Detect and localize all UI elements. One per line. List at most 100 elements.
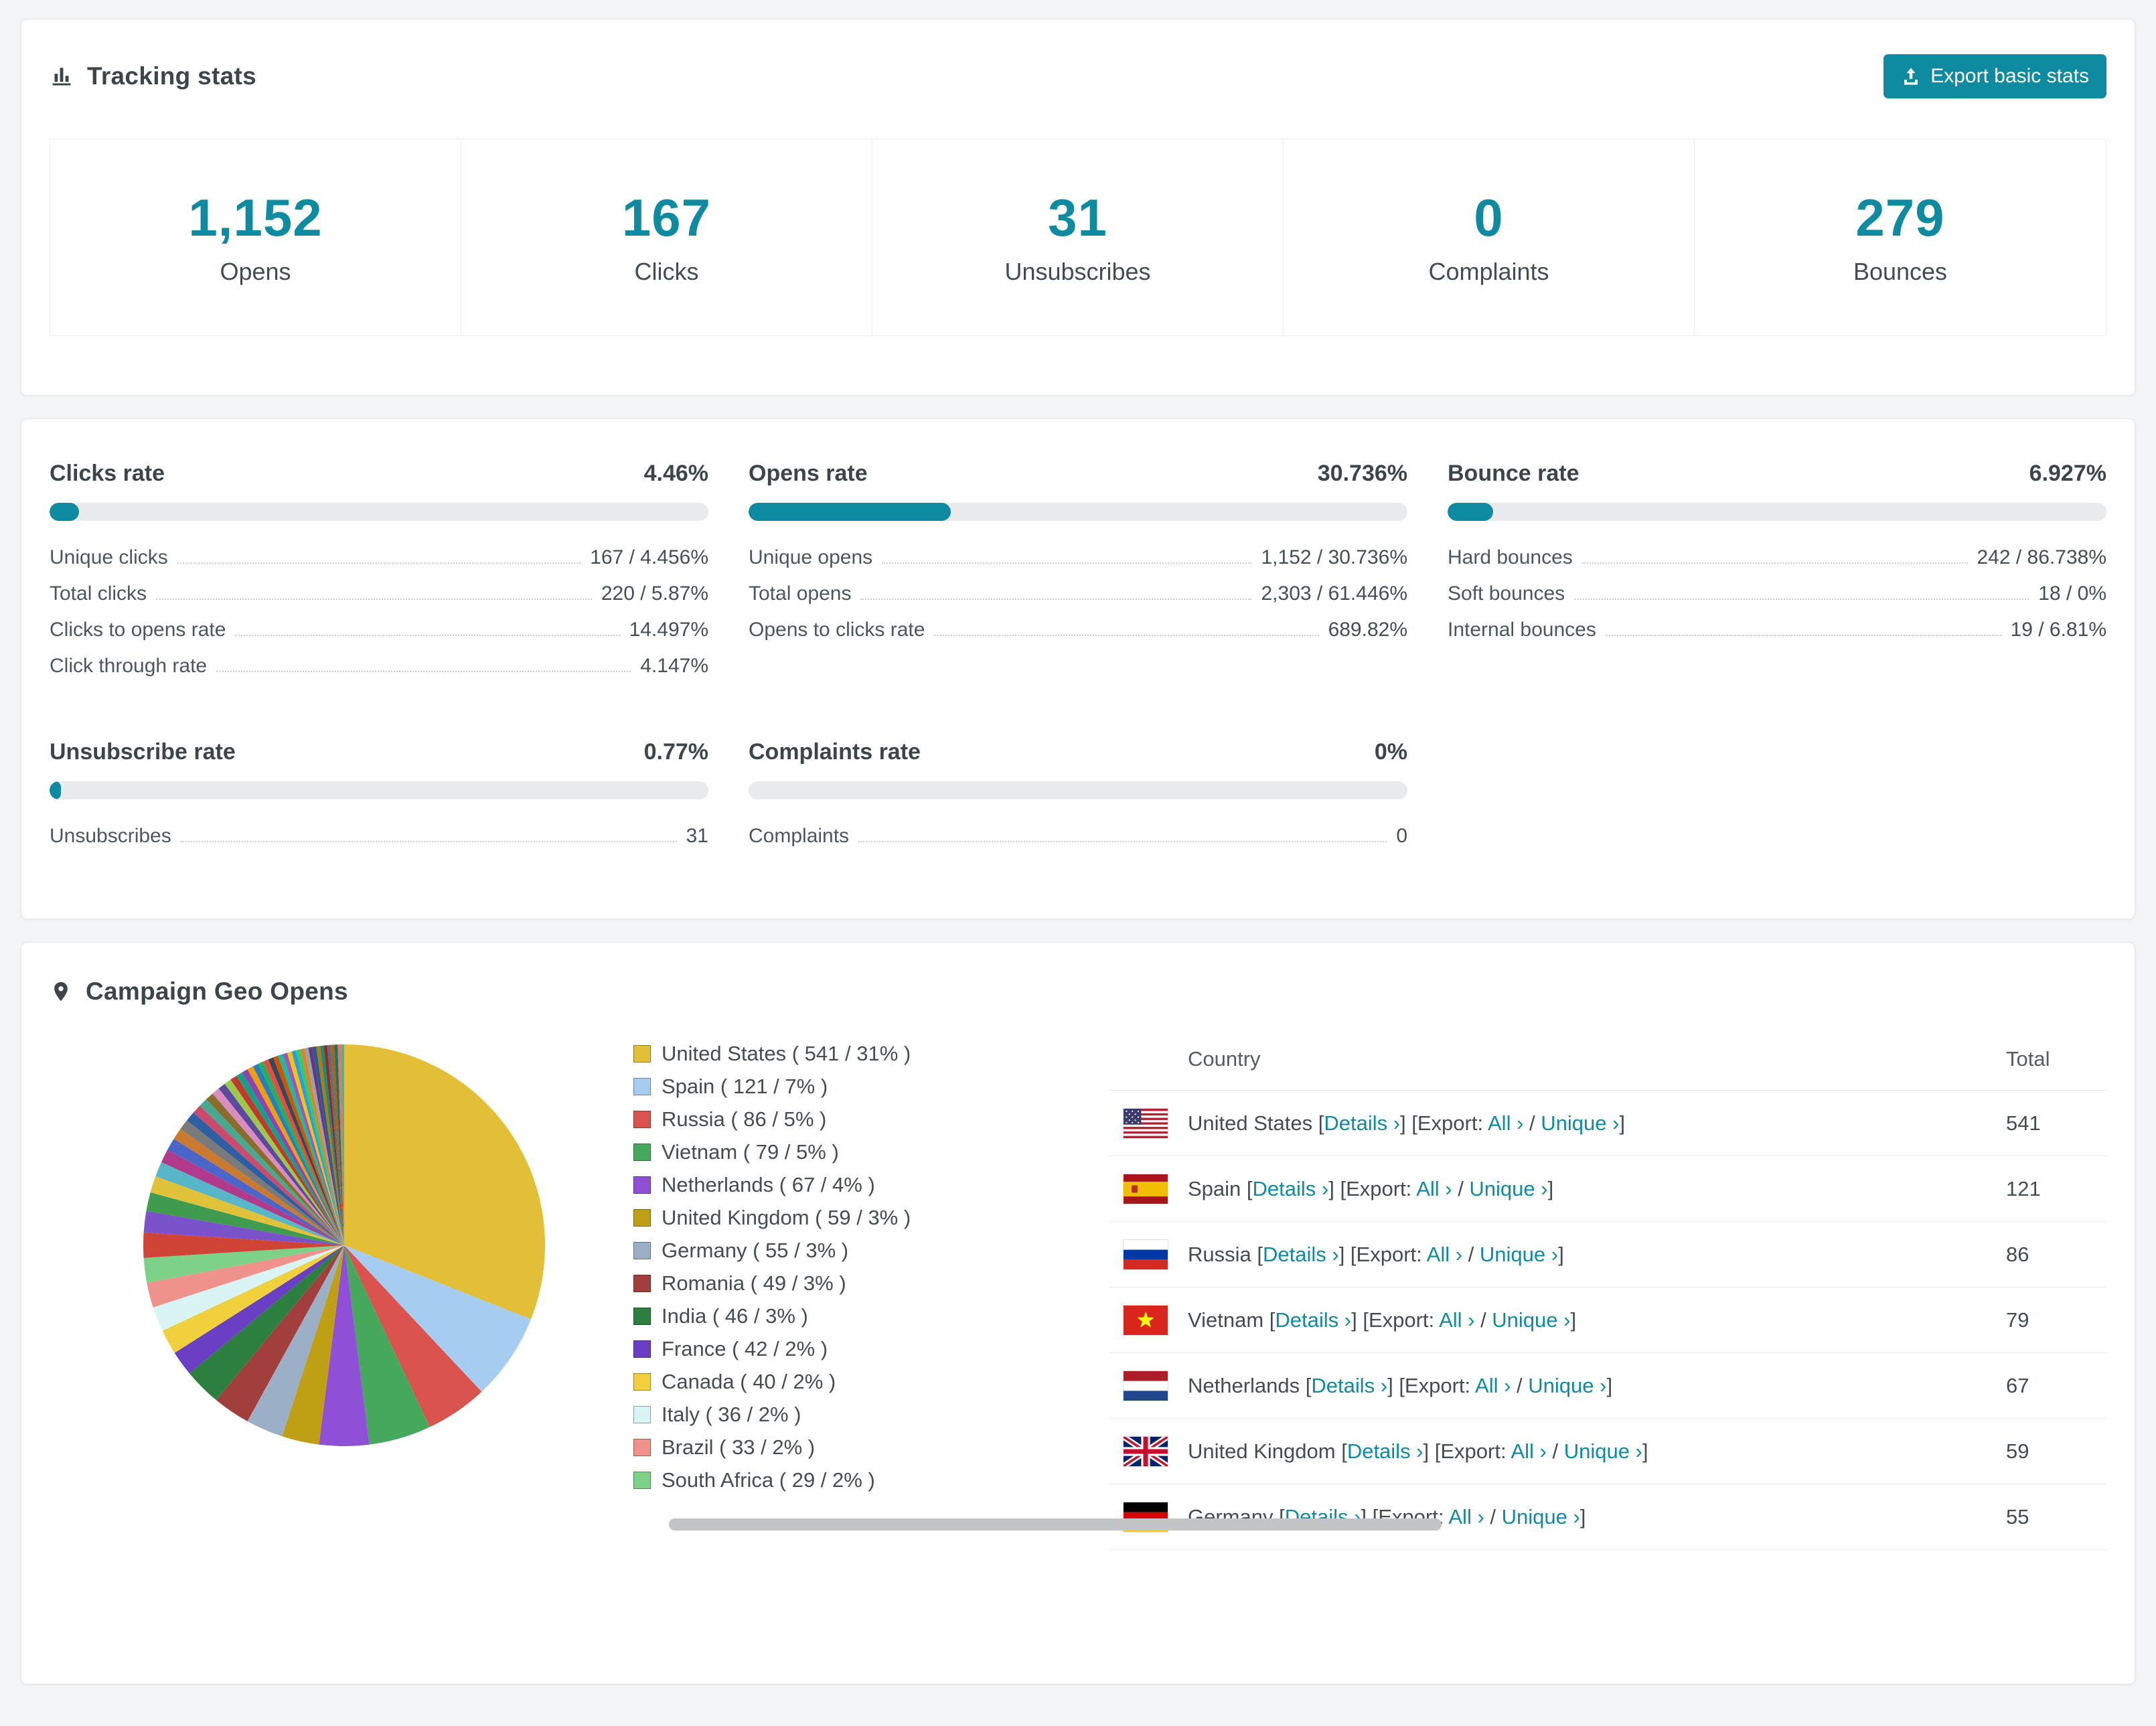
- details-link[interactable]: Details ›: [1253, 1177, 1329, 1200]
- location-pin-icon: [50, 980, 72, 1003]
- stat-value: 279: [1855, 188, 1945, 247]
- export-all-link[interactable]: All ›: [1511, 1439, 1546, 1463]
- legend-item-spain: Spain ( 121 / 7% ): [633, 1075, 1109, 1099]
- progress-bar: [50, 503, 708, 521]
- rate-stat-label: Hard bounces: [1448, 546, 1573, 568]
- geo-table: Country Total United States [Details ›] …: [1109, 1038, 2106, 1550]
- page-title: Tracking stats: [87, 62, 257, 90]
- rate-stat-row: Clicks to opens rate 14.497%: [50, 612, 708, 648]
- legend-item-germany: Germany ( 55 / 3% ): [633, 1239, 1109, 1263]
- country-cell: Spain [Details ›] [Export: All › / Uniqu…: [1188, 1176, 1554, 1200]
- rate-stat-row: Unique opens 1,152 / 30.736%: [749, 540, 1407, 576]
- country-name: Vietnam: [1188, 1308, 1264, 1332]
- export-all-link[interactable]: All ›: [1488, 1111, 1523, 1135]
- geo-table-row-germany: Germany [Details ›] [Export: All › / Uni…: [1109, 1484, 2106, 1550]
- legend-swatch: [633, 1111, 651, 1128]
- details-link[interactable]: Details ›: [1275, 1308, 1351, 1332]
- geo-table-row-united-states: United States [Details ›] [Export: All ›…: [1109, 1091, 2106, 1156]
- legend-label: Germany ( 55 / 3% ): [662, 1239, 849, 1262]
- rate-stat-row: Total opens 2,303 / 61.446%: [749, 576, 1407, 612]
- es-flag-icon: [1124, 1174, 1168, 1204]
- legend-item-united-kingdom: United Kingdom ( 59 / 3% ): [633, 1206, 1109, 1230]
- legend-swatch: [633, 1308, 651, 1325]
- export-all-link[interactable]: All ›: [1439, 1308, 1474, 1332]
- rate-stat-value: 18 / 0%: [2038, 582, 2106, 605]
- legend-label: Russia ( 86 / 5% ): [662, 1107, 827, 1131]
- pie-legend: United States ( 541 / 31% ) Spain ( 121 /…: [633, 1042, 1109, 1501]
- export-all-link[interactable]: All ›: [1427, 1243, 1462, 1266]
- country-cell: Vietnam [Details ›] [Export: All › / Uni…: [1188, 1308, 1577, 1332]
- rate-stat-row: Unsubscribes 31: [50, 818, 708, 854]
- export-unique-link[interactable]: Unique ›: [1492, 1308, 1570, 1332]
- geo-pie-chart: [137, 1038, 552, 1453]
- total-column-header: Total: [2006, 1047, 2050, 1071]
- bar-chart-icon: [50, 64, 74, 88]
- country-cell: Netherlands [Details ›] [Export: All › /…: [1188, 1373, 1613, 1397]
- rates-card: Clicks rate 4.46% Unique clicks 167 / 4.456…: [21, 418, 2135, 919]
- stat-value: 0: [1474, 188, 1504, 247]
- rate-stat-label: Click through rate: [50, 655, 208, 677]
- country-total: 59: [2006, 1439, 2029, 1463]
- stat-value: 31: [1048, 188, 1107, 247]
- dashboard: Tracking stats Export basic stats 1,152 O…: [0, 0, 2156, 1726]
- progress-bar-fill: [1448, 503, 1494, 521]
- export-unique-link[interactable]: Unique ›: [1528, 1374, 1606, 1397]
- legend-swatch: [633, 1373, 651, 1391]
- stat-label: Bounces: [1853, 258, 1948, 285]
- dotted-leader: [1605, 635, 2001, 636]
- export-all-link[interactable]: All ›: [1448, 1505, 1484, 1528]
- progress-bar: [50, 781, 708, 799]
- rate-stat-row: Total clicks 220 / 5.87%: [50, 576, 708, 612]
- rate-panel-opens-rate: Opens rate 30.736% Unique opens 1,152 / 30.…: [749, 461, 1407, 684]
- tracking-stats-header: Tracking stats Export basic stats: [21, 19, 2135, 98]
- stat-box-complaints: 0 Complaints: [1284, 139, 1695, 335]
- export-basic-stats-button[interactable]: Export basic stats: [1883, 54, 2106, 98]
- legend-swatch: [633, 1472, 651, 1489]
- geo-table-row-spain: Spain [Details ›] [Export: All › / Uniqu…: [1109, 1156, 2106, 1222]
- details-link[interactable]: Details ›: [1324, 1111, 1400, 1135]
- legend-label: Brazil ( 33 / 2% ): [662, 1435, 816, 1459]
- rate-title: Complaints rate: [749, 739, 921, 765]
- country-total: 121: [2006, 1176, 2041, 1200]
- dotted-leader: [934, 635, 1319, 636]
- legend-item-united-states: United States ( 541 / 31% ): [633, 1042, 1109, 1066]
- export-unique-link[interactable]: Unique ›: [1502, 1505, 1580, 1528]
- legend-label: Spain ( 121 / 7% ): [662, 1075, 828, 1098]
- details-link[interactable]: Details ›: [1347, 1439, 1423, 1463]
- rate-stat-row: Unique clicks 167 / 4.456%: [50, 540, 708, 576]
- dotted-leader: [235, 635, 620, 636]
- rate-title: Clicks rate: [50, 461, 165, 486]
- legend-item-italy: Italy ( 36 / 2% ): [633, 1403, 1109, 1427]
- export-unique-link[interactable]: Unique ›: [1564, 1439, 1642, 1463]
- ru-flag-icon: [1124, 1239, 1168, 1269]
- rate-stat-value: 220 / 5.87%: [601, 582, 708, 605]
- details-link[interactable]: Details ›: [1263, 1243, 1339, 1266]
- export-unique-link[interactable]: Unique ›: [1541, 1111, 1619, 1135]
- horizontal-scrollbar-thumb[interactable]: [669, 1518, 1442, 1531]
- rate-stat-value: 4.147%: [640, 655, 708, 677]
- us-flag-icon: [1124, 1108, 1168, 1138]
- dotted-leader: [177, 562, 581, 564]
- export-unique-link[interactable]: Unique ›: [1469, 1177, 1547, 1200]
- export-unique-link[interactable]: Unique ›: [1480, 1243, 1558, 1266]
- rate-value: 0%: [1374, 739, 1407, 765]
- rate-value: 4.46%: [643, 461, 708, 486]
- rate-stat-label: Internal bounces: [1448, 619, 1596, 641]
- rate-stat-label: Unique opens: [749, 546, 873, 568]
- legend-swatch: [633, 1406, 651, 1423]
- rate-value: 6.927%: [2029, 461, 2106, 486]
- vn-flag-icon: [1124, 1305, 1168, 1335]
- legend-swatch: [633, 1144, 651, 1161]
- export-all-link[interactable]: All ›: [1416, 1177, 1452, 1200]
- rate-stat-label: Complaints: [749, 825, 850, 847]
- export-all-link[interactable]: All ›: [1475, 1374, 1511, 1397]
- details-link[interactable]: Details ›: [1311, 1374, 1387, 1397]
- stat-label: Unsubscribes: [1004, 258, 1151, 285]
- country-column-header: Country: [1188, 1047, 1261, 1071]
- legend-item-netherlands: Netherlands ( 67 / 4% ): [633, 1173, 1109, 1197]
- legend-label: India ( 46 / 3% ): [662, 1304, 808, 1328]
- stat-value: 167: [621, 188, 712, 247]
- legend-label: Italy ( 36 / 2% ): [662, 1403, 801, 1426]
- stat-box-bounces: 279 Bounces: [1695, 139, 2106, 335]
- country-cell: Russia [Details ›] [Export: All › / Uniq…: [1188, 1242, 1564, 1266]
